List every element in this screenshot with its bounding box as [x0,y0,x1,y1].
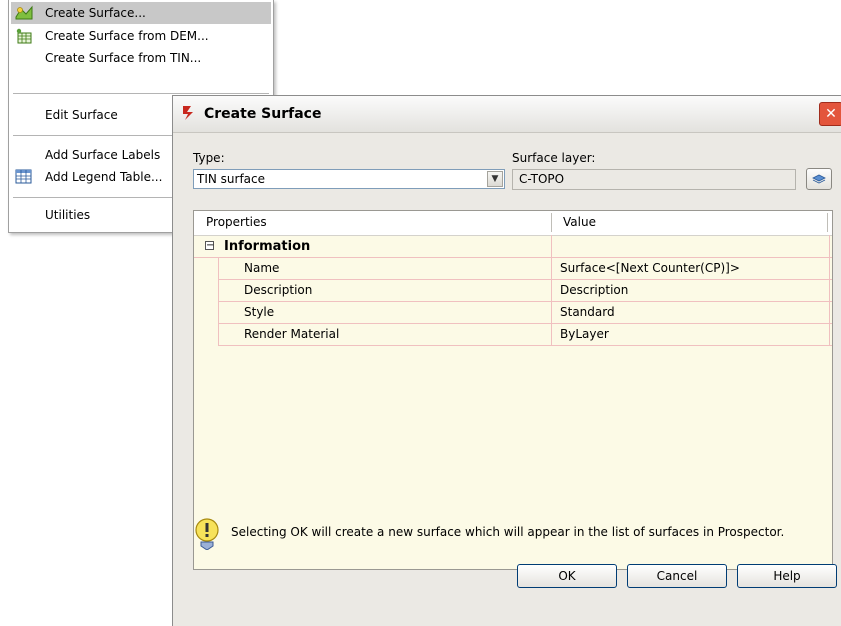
type-label: Type: [193,151,225,165]
chevron-down-icon[interactable]: ▼ [487,171,503,187]
create-surface-dialog: Create Surface ✕ Type: TIN surface ▼ Sur… [172,95,841,626]
surface-layer-value: C-TOPO [519,172,565,186]
collapse-icon[interactable]: − [205,241,214,251]
table-row[interactable]: Style Standard [194,301,832,323]
surface-layer-field: C-TOPO [512,169,796,190]
ok-button[interactable]: OK [517,564,617,588]
property-name: Description [244,283,313,297]
property-value[interactable]: Surface<[Next Counter(CP)]> [560,261,740,275]
dialog-titlebar[interactable]: Create Surface ✕ [173,96,841,133]
grid-header: Properties Value [194,211,832,236]
column-divider[interactable] [827,213,828,232]
property-name: Style [244,305,275,319]
dem-surface-icon [16,28,32,44]
close-button[interactable]: ✕ [819,102,841,126]
property-name: Render Material [244,327,340,341]
type-select-value: TIN surface [197,172,266,186]
cancel-button[interactable]: Cancel [627,564,727,588]
menu-separator [13,93,269,94]
property-value[interactable]: Description [560,283,628,297]
lightbulb-icon [195,518,219,550]
property-name: Name [244,261,280,275]
group-row-information[interactable]: − Information [194,235,832,257]
type-select[interactable]: TIN surface ▼ [193,169,505,189]
help-button[interactable]: Help [737,564,837,588]
group-title: Information [224,239,311,254]
create-surface-icon [15,5,33,20]
surface-layer-label: Surface layer: [512,151,596,165]
properties-grid: Properties Value − Information Name Surf… [193,210,833,570]
dialog-title: Create Surface [204,106,322,122]
layer-stack-icon [812,174,826,184]
table-row[interactable]: Name Surface<[Next Counter(CP)]> [194,257,832,279]
grid-line [218,345,832,346]
info-message: Selecting OK will create a new surface w… [231,525,785,539]
menu-item-create-surface-tin[interactable]: Create Surface from TIN... [11,47,271,69]
menu-item-create-surface-dem[interactable]: Create Surface from DEM... [11,25,271,47]
column-divider[interactable] [551,213,552,232]
table-row[interactable]: Render Material ByLayer [194,323,832,345]
column-header-value[interactable]: Value [563,215,596,229]
civil3d-logo-icon [183,106,193,120]
column-header-properties[interactable]: Properties [206,215,267,229]
table-row[interactable]: Description Description [194,279,832,301]
menu-item-create-surface[interactable]: Create Surface... [11,2,271,24]
layer-picker-button[interactable] [806,168,832,190]
property-value[interactable]: Standard [560,305,615,319]
property-value[interactable]: ByLayer [560,327,609,341]
table-icon [15,169,32,184]
